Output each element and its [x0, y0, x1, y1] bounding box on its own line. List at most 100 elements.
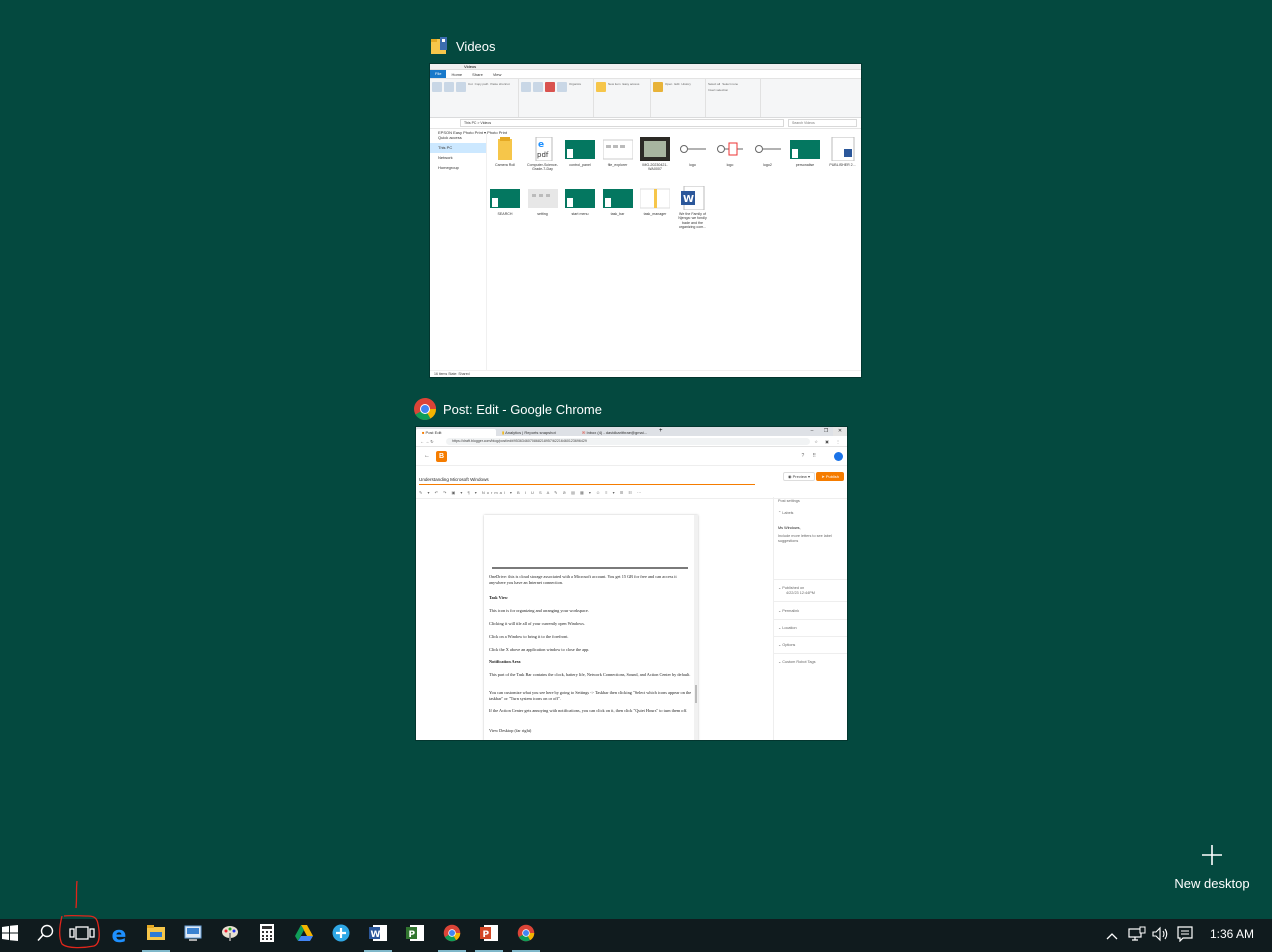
- file-item[interactable]: logo: [713, 137, 747, 167]
- address-bar[interactable]: This PC > Videos: [460, 119, 784, 127]
- select-all-label[interactable]: Select all: [708, 82, 720, 86]
- nav-arrows-icon[interactable]: ← → ↻: [420, 439, 434, 444]
- file-item[interactable]: SEARCH: [488, 186, 522, 216]
- published-section[interactable]: ⌄ Published on: [778, 585, 804, 590]
- calculator-button[interactable]: [249, 919, 285, 952]
- new-tab-icon[interactable]: +: [656, 427, 663, 436]
- file-item[interactable]: task_manager: [638, 186, 672, 216]
- file-thumbnail-icon: [753, 137, 783, 161]
- browser-tab-post-edit[interactable]: ■ Post Edit: [416, 429, 496, 436]
- ribbon-tab-view[interactable]: View: [488, 72, 507, 77]
- nav-network[interactable]: Network: [430, 153, 486, 163]
- show-hidden-icons-button[interactable]: [1102, 919, 1122, 952]
- file-thumbnail-icon: [828, 136, 858, 162]
- app-plus-button[interactable]: [323, 919, 359, 952]
- volume-tray-button[interactable]: [1150, 919, 1172, 952]
- avatar[interactable]: [834, 451, 843, 461]
- file-thumbnail-icon: [565, 186, 595, 210]
- close-icon[interactable]: ✕: [833, 427, 847, 436]
- maximize-icon[interactable]: ❐: [819, 427, 833, 436]
- nav-homegroup[interactable]: Homegroup: [430, 163, 486, 173]
- file-item[interactable]: pdf e Computer-Science-Grade-7-Day: [526, 136, 560, 172]
- new-desktop-button[interactable]: New desktop: [1174, 842, 1250, 891]
- history-label[interactable]: History: [682, 82, 691, 92]
- edit-label[interactable]: Edit: [674, 82, 679, 92]
- ribbon-tab-file[interactable]: File: [430, 70, 447, 78]
- edge-button[interactable]: e: [101, 919, 137, 952]
- file-item[interactable]: start menu: [563, 186, 597, 216]
- custom-robot-tags-section[interactable]: ⌄ Custom Robot Tags: [778, 659, 816, 664]
- search-box[interactable]: Search Videos: [788, 119, 857, 127]
- cut-label[interactable]: Cut: [468, 82, 473, 92]
- chrome-window-title[interactable]: Post: Edit - Google Chrome: [413, 397, 602, 421]
- explorer-window-title[interactable]: Videos: [430, 36, 496, 56]
- new-item-label[interactable]: New item: [608, 82, 621, 92]
- file-name: start menu: [571, 212, 589, 216]
- file-name: logo: [689, 163, 696, 167]
- chrome-button-2[interactable]: [508, 919, 544, 952]
- options-section[interactable]: ⌄ Options: [778, 642, 795, 647]
- file-item[interactable]: PUBLISHER 2...: [826, 136, 860, 167]
- chrome-window-thumbnail[interactable]: ■ Post Edit ▮ Analytics | Reports snapsh…: [416, 427, 847, 740]
- header-actions-icon[interactable]: ?⠿: [802, 453, 824, 459]
- published-label: Published on: [782, 586, 805, 590]
- file-name: logo: [726, 163, 734, 167]
- location-section[interactable]: ⌄ Location: [778, 625, 797, 630]
- organize-label: Organize: [569, 82, 582, 86]
- file-item[interactable]: file_explorer: [601, 137, 635, 167]
- preview-button[interactable]: ◉ Preview ▾: [783, 472, 815, 481]
- paint-button[interactable]: [212, 919, 248, 952]
- post-body-editor[interactable]: OneDrive: this is cloud storage associat…: [484, 515, 698, 740]
- task-view-button[interactable]: [64, 919, 100, 952]
- powerpoint-button[interactable]: P: [471, 919, 507, 952]
- file-thumbnail-icon: [565, 137, 595, 161]
- doc-paragraph: This part of the Task Bar contains the c…: [489, 672, 691, 677]
- file-explorer-button[interactable]: [138, 919, 174, 952]
- editor-scrollbar[interactable]: [694, 515, 698, 740]
- post-title-field[interactable]: Understanding Microsoft Windows: [419, 477, 755, 485]
- chrome-button[interactable]: [434, 919, 470, 952]
- file-item[interactable]: control_panel: [563, 137, 597, 167]
- project-button[interactable]: P: [397, 919, 433, 952]
- network-tray-button[interactable]: [1126, 919, 1148, 952]
- divider: [774, 636, 847, 637]
- back-arrow-icon[interactable]: ←: [424, 453, 430, 459]
- file-item[interactable]: task_bar: [601, 186, 635, 216]
- minimize-icon[interactable]: –: [805, 427, 819, 436]
- word-button[interactable]: W: [360, 919, 396, 952]
- browser-tab-inbox[interactable]: ✉ Inbox (4) - davidkarithrae@gmai...: [576, 429, 656, 436]
- nav-quick-access[interactable]: Quick access: [430, 133, 486, 143]
- ribbon-tab-home[interactable]: Home: [446, 72, 467, 77]
- easy-access-label[interactable]: Easy access: [623, 82, 640, 92]
- scroll-thumb[interactable]: [695, 685, 697, 703]
- invert-selection-label[interactable]: Invert selection: [708, 88, 728, 92]
- start-button[interactable]: [0, 919, 28, 952]
- url-bar[interactable]: https://draft.blogger.com/blog/post/edit…: [446, 437, 811, 445]
- permalink-section[interactable]: ⌄ Permalink: [778, 608, 799, 613]
- taskbar-clock[interactable]: 1:36 AM: [1200, 919, 1264, 952]
- open-label[interactable]: Open: [665, 82, 672, 92]
- explorer-window-thumbnail[interactable]: Videos File Home Share View Cut Copy path…: [430, 64, 861, 377]
- action-center-button[interactable]: [1174, 919, 1196, 952]
- options-label: Options: [782, 643, 796, 647]
- browser-actions-icon[interactable]: ☆ ▣ ⋮: [814, 439, 843, 444]
- paste-shortcut-label[interactable]: Paste shortcut: [490, 82, 509, 92]
- ribbon-tab-share[interactable]: Share: [467, 72, 488, 77]
- search-button[interactable]: [28, 919, 64, 952]
- nav-this-pc[interactable]: This PC: [430, 143, 486, 153]
- labels-section[interactable]: ⌃ Labels: [778, 510, 793, 515]
- drive-button[interactable]: [286, 919, 322, 952]
- control-panel-button[interactable]: [175, 919, 211, 952]
- browser-tab-analytics[interactable]: ▮ Analytics | Reports snapshot: [496, 429, 576, 436]
- select-none-label[interactable]: Select none: [722, 82, 738, 86]
- file-item[interactable]: Camera Roll: [488, 137, 522, 167]
- file-item[interactable]: setting: [526, 186, 560, 216]
- publish-button[interactable]: ➤ Publish: [816, 472, 844, 481]
- file-item[interactable]: personalise: [788, 137, 822, 167]
- file-item[interactable]: logo2: [751, 137, 785, 167]
- copy-path-label[interactable]: Copy path: [475, 82, 489, 92]
- labels-input[interactable]: Ms Windows,: [778, 526, 801, 530]
- file-item[interactable]: IMG-20230421-WA0007: [638, 137, 672, 172]
- file-item[interactable]: W We the Family of Njenga: we fondly bade…: [676, 185, 710, 230]
- file-item[interactable]: logo: [676, 137, 710, 167]
